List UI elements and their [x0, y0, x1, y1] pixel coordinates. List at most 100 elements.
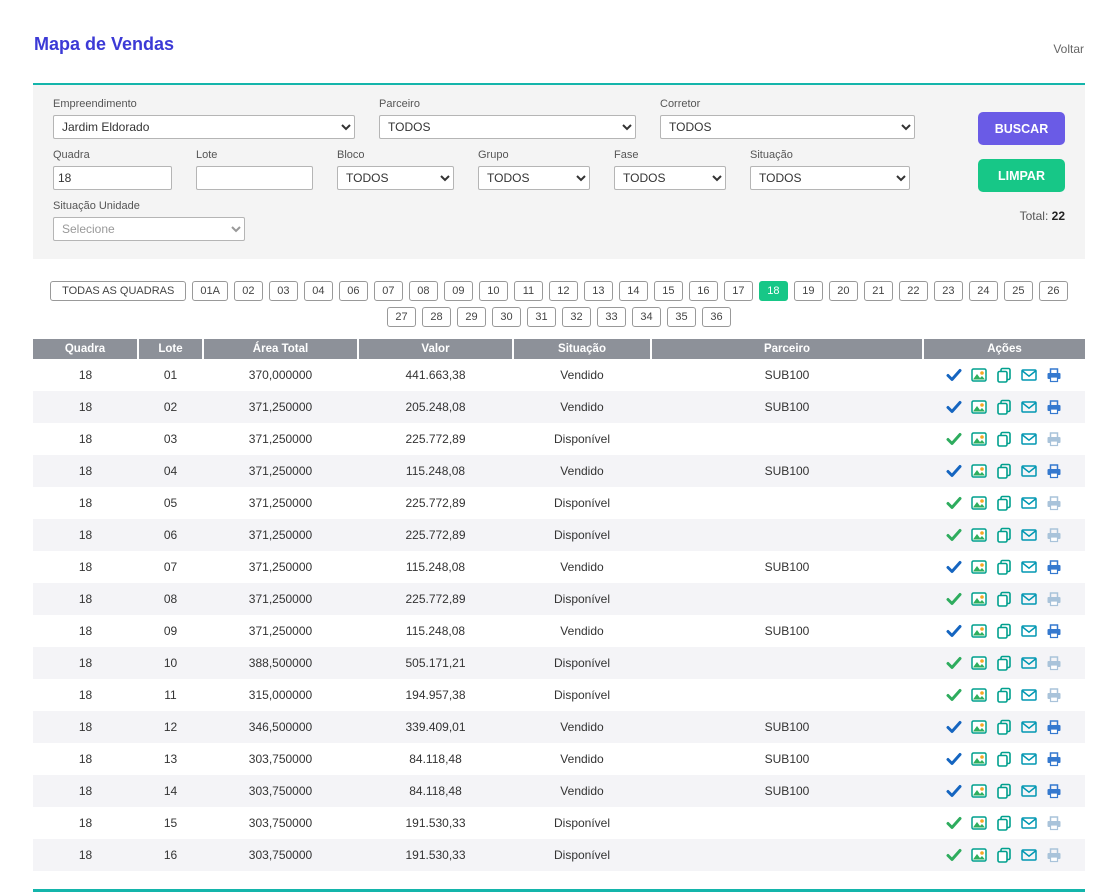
mail-icon[interactable]: [1021, 495, 1037, 511]
mail-icon[interactable]: [1021, 783, 1037, 799]
status-check-icon[interactable]: [946, 431, 962, 447]
copy-icon[interactable]: [996, 399, 1012, 415]
copy-icon[interactable]: [996, 623, 1012, 639]
status-check-icon[interactable]: [946, 527, 962, 543]
quadra-button-20[interactable]: 20: [829, 281, 858, 301]
mail-icon[interactable]: [1021, 719, 1037, 735]
quadra-button-26[interactable]: 26: [1039, 281, 1068, 301]
quadra-button-14[interactable]: 14: [619, 281, 648, 301]
status-check-icon[interactable]: [946, 783, 962, 799]
quadra-button-01A[interactable]: 01A: [192, 281, 228, 301]
bloco-select[interactable]: TODOS: [337, 166, 454, 190]
print-icon[interactable]: [1046, 655, 1062, 671]
buscar-button[interactable]: BUSCAR: [978, 112, 1065, 145]
status-check-icon[interactable]: [946, 847, 962, 863]
copy-icon[interactable]: [996, 463, 1012, 479]
limpar-button[interactable]: LIMPAR: [978, 159, 1065, 192]
quadra-button-18[interactable]: 18: [759, 281, 788, 301]
mail-icon[interactable]: [1021, 431, 1037, 447]
quadra-button-19[interactable]: 19: [794, 281, 823, 301]
map-image-icon[interactable]: [971, 783, 987, 799]
mail-icon[interactable]: [1021, 591, 1037, 607]
quadra-button-27[interactable]: 27: [387, 307, 416, 327]
quadra-button-32[interactable]: 32: [562, 307, 591, 327]
parceiro-select[interactable]: TODOS: [379, 115, 636, 139]
copy-icon[interactable]: [996, 527, 1012, 543]
mail-icon[interactable]: [1021, 751, 1037, 767]
copy-icon[interactable]: [996, 431, 1012, 447]
copy-icon[interactable]: [996, 687, 1012, 703]
print-icon[interactable]: [1046, 815, 1062, 831]
quadra-button-08[interactable]: 08: [409, 281, 438, 301]
corretor-select[interactable]: TODOS: [660, 115, 915, 139]
quadra-all-button[interactable]: TODAS AS QUADRAS: [50, 281, 186, 301]
status-check-icon[interactable]: [946, 463, 962, 479]
copy-icon[interactable]: [996, 655, 1012, 671]
quadra-button-34[interactable]: 34: [632, 307, 661, 327]
quadra-button-17[interactable]: 17: [724, 281, 753, 301]
copy-icon[interactable]: [996, 591, 1012, 607]
quadra-button-07[interactable]: 07: [374, 281, 403, 301]
mail-icon[interactable]: [1021, 655, 1037, 671]
quadra-button-36[interactable]: 36: [702, 307, 731, 327]
map-image-icon[interactable]: [971, 815, 987, 831]
map-image-icon[interactable]: [971, 687, 987, 703]
situacao-unidade-select[interactable]: Selecione: [53, 217, 245, 241]
map-image-icon[interactable]: [971, 399, 987, 415]
copy-icon[interactable]: [996, 719, 1012, 735]
status-check-icon[interactable]: [946, 623, 962, 639]
quadra-button-11[interactable]: 11: [514, 281, 543, 301]
map-image-icon[interactable]: [971, 431, 987, 447]
print-icon[interactable]: [1046, 431, 1062, 447]
quadra-button-33[interactable]: 33: [597, 307, 626, 327]
print-icon[interactable]: [1046, 527, 1062, 543]
map-image-icon[interactable]: [971, 623, 987, 639]
quadra-button-28[interactable]: 28: [422, 307, 451, 327]
status-check-icon[interactable]: [946, 399, 962, 415]
print-icon[interactable]: [1046, 687, 1062, 703]
print-icon[interactable]: [1046, 591, 1062, 607]
map-image-icon[interactable]: [971, 591, 987, 607]
mail-icon[interactable]: [1021, 847, 1037, 863]
map-image-icon[interactable]: [971, 751, 987, 767]
status-check-icon[interactable]: [946, 815, 962, 831]
quadra-button-24[interactable]: 24: [969, 281, 998, 301]
copy-icon[interactable]: [996, 559, 1012, 575]
map-image-icon[interactable]: [971, 367, 987, 383]
print-icon[interactable]: [1046, 751, 1062, 767]
fase-select[interactable]: TODOS: [614, 166, 726, 190]
copy-icon[interactable]: [996, 495, 1012, 511]
quadra-button-30[interactable]: 30: [492, 307, 521, 327]
map-image-icon[interactable]: [971, 655, 987, 671]
quadra-button-25[interactable]: 25: [1004, 281, 1033, 301]
situacao-select[interactable]: TODOS: [750, 166, 910, 190]
quadra-button-04[interactable]: 04: [304, 281, 333, 301]
mail-icon[interactable]: [1021, 367, 1037, 383]
quadra-button-35[interactable]: 35: [667, 307, 696, 327]
quadra-button-23[interactable]: 23: [934, 281, 963, 301]
lote-input[interactable]: [196, 166, 313, 190]
status-check-icon[interactable]: [946, 591, 962, 607]
print-icon[interactable]: [1046, 719, 1062, 735]
map-image-icon[interactable]: [971, 719, 987, 735]
status-check-icon[interactable]: [946, 495, 962, 511]
mail-icon[interactable]: [1021, 687, 1037, 703]
grupo-select[interactable]: TODOS: [478, 166, 590, 190]
map-image-icon[interactable]: [971, 463, 987, 479]
print-icon[interactable]: [1046, 367, 1062, 383]
status-check-icon[interactable]: [946, 719, 962, 735]
status-check-icon[interactable]: [946, 559, 962, 575]
quadra-button-03[interactable]: 03: [269, 281, 298, 301]
map-image-icon[interactable]: [971, 559, 987, 575]
quadra-button-29[interactable]: 29: [457, 307, 486, 327]
status-check-icon[interactable]: [946, 655, 962, 671]
copy-icon[interactable]: [996, 783, 1012, 799]
mail-icon[interactable]: [1021, 399, 1037, 415]
print-icon[interactable]: [1046, 559, 1062, 575]
quadra-button-02[interactable]: 02: [234, 281, 263, 301]
copy-icon[interactable]: [996, 847, 1012, 863]
empreendimento-select[interactable]: Jardim Eldorado: [53, 115, 355, 139]
status-check-icon[interactable]: [946, 751, 962, 767]
quadra-button-22[interactable]: 22: [899, 281, 928, 301]
mail-icon[interactable]: [1021, 623, 1037, 639]
